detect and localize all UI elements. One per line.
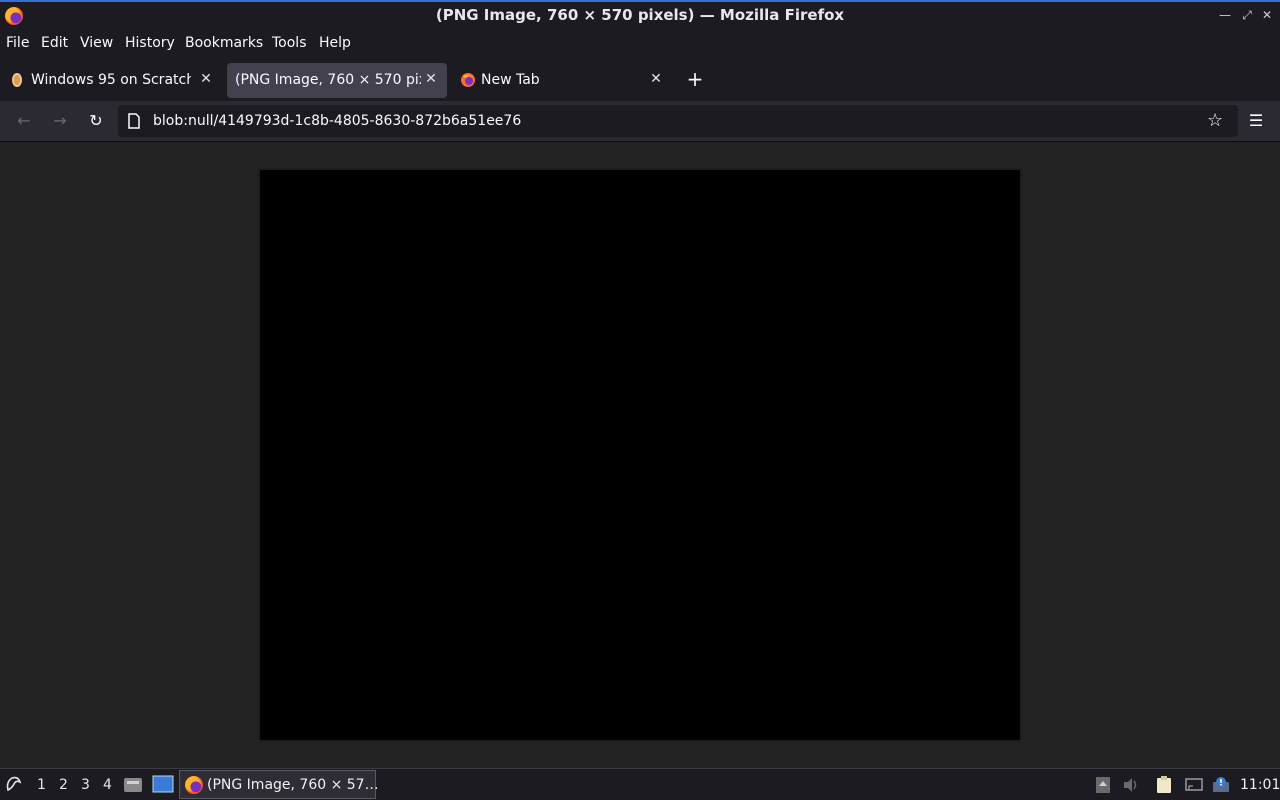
close-icon[interactable]: ✕ — [1259, 7, 1275, 23]
url-text: blob:null/4149793d-1c8b-4805-8630-872b6a… — [153, 113, 522, 129]
workspace-2[interactable]: 2 — [59, 777, 68, 793]
tab-strip: Windows 95 on Scratch ✕ (PNG Image, 760 … — [0, 57, 1280, 101]
navigation-toolbar: ← → ↻ blob:null/4149793d-1c8b-4805-8630-… — [0, 101, 1280, 142]
taskbar-window-label: (PNG Image, 760 × 57… — [207, 777, 379, 793]
tab-new-tab[interactable]: New Tab ✕ — [450, 63, 674, 98]
notification-icon[interactable] — [1212, 776, 1230, 794]
displayed-png-image[interactable] — [260, 170, 1020, 740]
menu-help[interactable]: Help — [319, 35, 351, 51]
close-tab-icon[interactable]: ✕ — [197, 70, 215, 88]
menu-file[interactable]: File — [6, 35, 29, 51]
window-title: (PNG Image, 760 × 570 pixels) — Mozilla … — [435, 6, 845, 24]
maximize-icon[interactable]: ⤢ — [1239, 7, 1255, 23]
workspace-3[interactable]: 3 — [81, 777, 90, 793]
menu-bar: File Edit View History Bookmarks Tools H… — [0, 29, 1280, 57]
bookmark-star-icon[interactable]: ☆ — [1207, 110, 1223, 131]
taskbar-firefox-window[interactable]: (PNG Image, 760 × 57… — [179, 770, 379, 799]
file-manager-icon[interactable] — [123, 775, 143, 793]
eject-icon[interactable] — [1094, 776, 1112, 794]
page-icon — [128, 113, 140, 129]
tab-label: Windows 95 on Scratch — [31, 72, 191, 88]
menu-tools[interactable]: Tools — [272, 35, 307, 51]
tab-png-image[interactable]: (PNG Image, 760 × 570 pixels) ✕ — [227, 63, 447, 98]
workspace-1[interactable]: 1 — [37, 777, 46, 793]
tab-label: New Tab — [481, 72, 540, 88]
desktop-icon[interactable] — [152, 775, 174, 793]
forward-icon[interactable]: → — [50, 111, 70, 131]
url-bar[interactable]: blob:null/4149793d-1c8b-4805-8630-872b6a… — [118, 105, 1238, 137]
clock: 11:01 — [1240, 777, 1280, 793]
display-icon[interactable] — [1185, 776, 1203, 794]
firefox-icon — [461, 73, 475, 87]
window-titlebar: (PNG Image, 760 × 570 pixels) — Mozilla … — [0, 0, 1280, 29]
minimize-icon[interactable]: — — [1217, 7, 1233, 23]
start-menu-icon[interactable] — [4, 774, 24, 794]
close-tab-icon[interactable]: ✕ — [647, 70, 665, 88]
menu-history[interactable]: History — [125, 35, 175, 51]
page-content — [0, 142, 1280, 768]
clipboard-icon[interactable] — [1155, 776, 1173, 794]
menu-bookmarks[interactable]: Bookmarks — [185, 35, 263, 51]
firefox-icon — [185, 776, 203, 794]
taskbar: 1 2 3 4 (PNG Image, 760 × 57… 11:01 — [0, 768, 1280, 800]
volume-icon[interactable] — [1122, 776, 1140, 794]
scratch-icon — [12, 73, 22, 87]
workspace-4[interactable]: 4 — [103, 777, 112, 793]
close-tab-icon[interactable]: ✕ — [422, 70, 440, 88]
hamburger-menu-icon[interactable]: ☰ — [1246, 111, 1266, 131]
tab-windows-95-on-scratch[interactable]: Windows 95 on Scratch ✕ — [0, 63, 224, 98]
menu-view[interactable]: View — [80, 35, 113, 51]
reload-icon[interactable]: ↻ — [86, 111, 106, 131]
tab-label: (PNG Image, 760 × 570 pixels) — [235, 72, 421, 88]
back-icon[interactable]: ← — [14, 111, 34, 131]
menu-edit[interactable]: Edit — [41, 35, 68, 51]
new-tab-icon[interactable]: + — [686, 68, 704, 90]
